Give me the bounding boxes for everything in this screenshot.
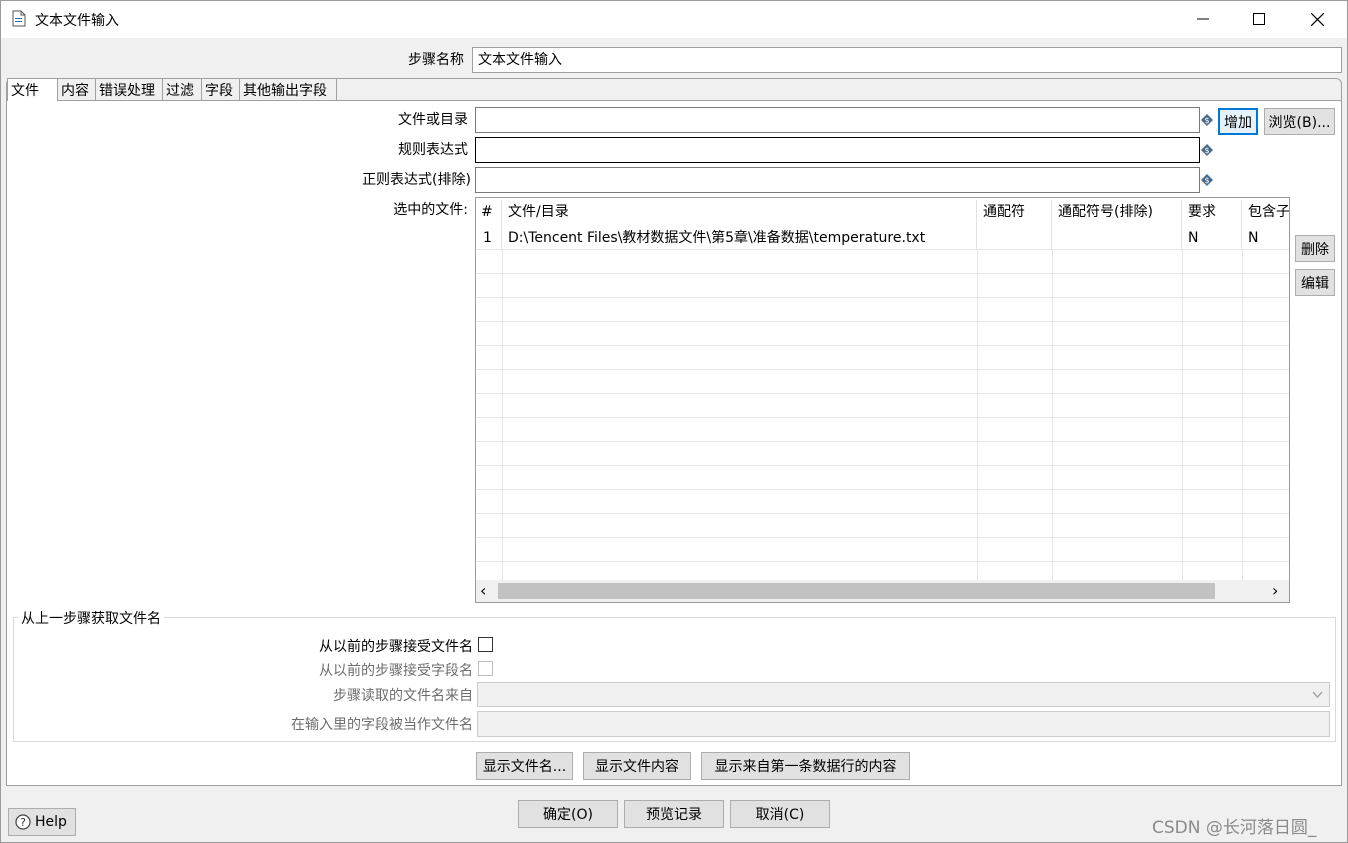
- document-icon: [12, 10, 26, 27]
- step-source-select[interactable]: [477, 682, 1330, 707]
- column-header-include-subfolders[interactable]: 包含子: [1242, 200, 1289, 227]
- regex-input[interactable]: [475, 137, 1200, 163]
- minimize-icon: [1197, 18, 1209, 20]
- svg-text:$: $: [1204, 146, 1209, 155]
- svg-text:$: $: [1204, 176, 1209, 185]
- table-cell-wildcard[interactable]: [977, 226, 1052, 250]
- cancel-button[interactable]: 取消(C): [730, 800, 830, 828]
- tab-fields[interactable]: 字段: [202, 78, 240, 101]
- show-file-content-button[interactable]: 显示文件内容: [583, 752, 691, 780]
- tab-error-handling[interactable]: 错误处理: [96, 78, 163, 101]
- regex-label: 规则表达式: [398, 142, 468, 158]
- title-bar: [0, 0, 1348, 38]
- accept-filenames-checkbox[interactable]: [478, 637, 493, 652]
- close-icon: [1310, 12, 1324, 26]
- variable-icon: $: [1201, 144, 1213, 156]
- previous-step-group-legend: 从上一步骤获取文件名: [18, 608, 164, 628]
- help-button[interactable]: ? Help: [8, 808, 76, 836]
- regex-exclude-label: 正则表达式(排除): [362, 172, 471, 188]
- table-cell-file-dir[interactable]: D:\Tencent Files\教材数据文件\第5章\准备数据\tempera…: [502, 226, 977, 250]
- show-first-row-content-button[interactable]: 显示来自第一条数据行的内容: [701, 752, 910, 780]
- maximize-button[interactable]: [1230, 0, 1288, 38]
- table-cell-wildcard-exclude[interactable]: [1052, 226, 1182, 250]
- ok-button[interactable]: 确定(O): [518, 800, 618, 828]
- step-source-label: 步骤读取的文件名来自: [333, 688, 473, 704]
- table-header: # 文件/目录 通配符 通配符号(排除) 要求 包含子: [476, 200, 1289, 227]
- minimize-button[interactable]: [1174, 0, 1232, 38]
- tab-additional-output-fields[interactable]: 其他输出字段: [240, 78, 337, 101]
- step-name-label: 步骤名称: [408, 52, 464, 68]
- table-cell-include-subfolders[interactable]: N: [1242, 226, 1289, 250]
- accept-fields-label: 从以前的步骤接受字段名: [319, 663, 473, 679]
- window-title: 文本文件输入: [35, 13, 119, 29]
- column-header-wildcard[interactable]: 通配符: [977, 200, 1052, 227]
- file-or-dir-label: 文件或目录: [398, 112, 468, 128]
- column-header-wildcard-exclude[interactable]: 通配符号(排除): [1052, 200, 1182, 227]
- scrollbar-thumb[interactable]: [498, 583, 1215, 599]
- browse-button[interactable]: 浏览(B)...: [1264, 108, 1335, 135]
- svg-text:$: $: [1204, 116, 1209, 125]
- column-header-required[interactable]: 要求: [1182, 200, 1242, 227]
- delete-button[interactable]: 删除: [1295, 235, 1335, 262]
- scroll-right-icon[interactable]: ›: [1272, 581, 1278, 600]
- edit-button[interactable]: 编辑: [1295, 269, 1335, 296]
- svg-text:?: ?: [20, 816, 26, 829]
- tab-content[interactable]: 内容: [58, 78, 96, 101]
- scroll-left-icon[interactable]: ‹: [480, 581, 486, 600]
- table-cell-required[interactable]: N: [1182, 226, 1242, 250]
- field-as-filename-input[interactable]: [477, 711, 1330, 737]
- tab-filter[interactable]: 过滤: [163, 78, 202, 101]
- variable-icon: $: [1201, 174, 1213, 186]
- column-header-index[interactable]: #: [476, 200, 502, 227]
- help-button-label: Help: [35, 814, 67, 830]
- step-name-input[interactable]: 文本文件输入: [472, 47, 1342, 73]
- variable-icon: $: [1201, 114, 1213, 126]
- table-cell-index: 1: [476, 226, 502, 250]
- field-as-filename-label: 在输入里的字段被当作文件名: [291, 717, 473, 733]
- add-button[interactable]: 增加: [1218, 108, 1258, 135]
- regex-exclude-input[interactable]: [475, 167, 1200, 193]
- selected-files-table: # 文件/目录 通配符 通配符号(排除) 要求 包含子 1 D:\Tencent…: [475, 197, 1290, 603]
- accept-filenames-label: 从以前的步骤接受文件名: [319, 639, 473, 655]
- chevron-down-icon: [1312, 691, 1323, 698]
- column-header-file-dir[interactable]: 文件/目录: [502, 200, 977, 227]
- accept-fields-checkbox[interactable]: [478, 661, 493, 676]
- preview-button[interactable]: 预览记录: [624, 800, 724, 828]
- file-or-dir-input[interactable]: [475, 107, 1200, 133]
- watermark: CSDN @长河落日圆_: [1152, 818, 1317, 838]
- table-horizontal-scrollbar[interactable]: ‹ ›: [476, 580, 1289, 602]
- table-row[interactable]: 1 D:\Tencent Files\教材数据文件\第5章\准备数据\tempe…: [476, 226, 1289, 250]
- show-filenames-button[interactable]: 显示文件名...: [476, 752, 573, 780]
- maximize-icon: [1253, 13, 1265, 25]
- selected-files-label: 选中的文件:: [393, 202, 468, 218]
- tab-file[interactable]: 文件: [7, 78, 58, 101]
- question-circle-icon: ?: [15, 814, 31, 830]
- close-button[interactable]: [1288, 0, 1346, 38]
